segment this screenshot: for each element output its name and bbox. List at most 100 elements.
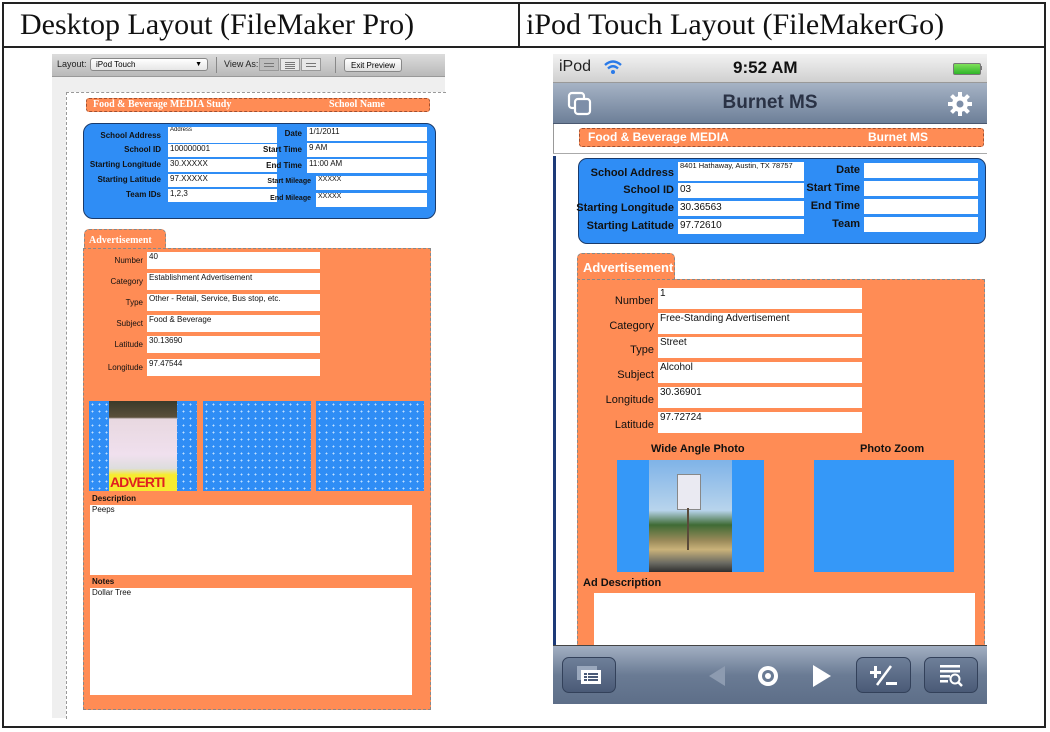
school-name: Burnet MS	[868, 130, 928, 144]
column-divider	[518, 4, 520, 46]
ipod-layout-content: Food & Beverage MEDIA Burnet MS School A…	[553, 124, 987, 645]
layout-select[interactable]: iPod Touch ▼	[90, 58, 208, 71]
ad-field-label: Category	[110, 277, 143, 286]
navigation-bar: Burnet MS	[553, 83, 987, 124]
school-info-label: Start Time	[263, 145, 302, 154]
school-info-field[interactable]: Address	[168, 127, 277, 143]
school-info-field[interactable]: 03	[678, 183, 804, 198]
ad-field-input[interactable]: 1	[658, 288, 862, 309]
record-indicator-icon[interactable]	[756, 664, 780, 688]
add-delete-record-button[interactable]	[856, 657, 911, 693]
header-divider	[553, 153, 987, 154]
ad-field-input[interactable]: Establishment Advertisement	[147, 273, 320, 290]
school-info-field[interactable]: 30.36563	[678, 201, 804, 216]
ipod-column-title: iPod Touch Layout (FileMakerGo)	[526, 8, 945, 41]
school-info-field[interactable]	[864, 199, 978, 214]
school-info-field[interactable]: 1,2,3	[168, 189, 277, 202]
photo-container-1[interactable]: ADVERTI	[89, 401, 197, 491]
battery-tip	[980, 66, 982, 70]
school-info-label: End Mileage	[270, 195, 311, 202]
ad-field-input[interactable]: Food & Beverage	[147, 315, 320, 332]
advertisement-tab[interactable]: Advertisement	[84, 229, 166, 249]
exit-preview-button[interactable]: Exit Preview	[344, 58, 402, 72]
prev-record-icon[interactable]	[707, 665, 727, 687]
school-info-field[interactable]: XXXXX	[316, 193, 427, 207]
advertisement-panel: Wide Angle Photo Photo Zoom Ad Descripti…	[577, 279, 985, 645]
desktop-column-title: Desktop Layout (FileMaker Pro)	[20, 8, 415, 41]
view-as-form-button[interactable]	[259, 58, 279, 71]
school-info-field[interactable]: 97.72610	[678, 219, 804, 234]
photo-zoom-label: Photo Zoom	[860, 443, 925, 455]
study-title: Food & Beverage MEDIA Study	[93, 99, 232, 110]
school-info-label: Starting Longitude	[89, 160, 161, 169]
chevron-down-icon: ▼	[195, 61, 202, 68]
layouts-list-button[interactable]	[562, 657, 616, 693]
content-edge	[553, 124, 554, 154]
status-time: 9:52 AM	[733, 58, 798, 77]
school-info-field[interactable]: 9 AM	[307, 143, 427, 157]
school-info-field[interactable]: 30.XXXXX	[168, 159, 277, 172]
school-info-field[interactable]: 100000001	[168, 144, 277, 157]
school-info-label: School Address	[100, 131, 161, 140]
find-button[interactable]	[924, 657, 978, 693]
bottom-toolbar	[553, 645, 987, 704]
toolbar-separator	[216, 57, 217, 73]
school-info-field[interactable]: 11:00 AM	[307, 159, 427, 173]
ad-field-input[interactable]: Street	[658, 337, 862, 358]
ad-description-field[interactable]	[594, 593, 975, 645]
ad-field-input[interactable]: 30.13690	[147, 336, 320, 353]
layout-label: Layout:	[57, 59, 87, 69]
sign-pole	[687, 508, 689, 550]
find-icon	[940, 665, 963, 687]
notes-field[interactable]: Dollar Tree	[90, 588, 412, 695]
ad-field-label: Category	[609, 320, 654, 332]
photo-zoom-container[interactable]	[814, 460, 954, 572]
ad-field-input[interactable]: 30.36901	[658, 387, 862, 408]
layout-select-value: iPod Touch	[96, 60, 136, 69]
description-label: Description	[92, 494, 137, 503]
description-field[interactable]: Peeps	[90, 505, 412, 575]
ad-field-label: Subject	[617, 369, 654, 381]
ad-field-input[interactable]: 40	[147, 252, 320, 269]
ad-field-input[interactable]: Free-Standing Advertisement	[658, 313, 862, 334]
view-as-table-button[interactable]	[301, 58, 321, 71]
school-info-label: School ID	[623, 184, 674, 196]
ad-field-input[interactable]: Alcohol	[658, 362, 862, 383]
school-info-label: Start Time	[806, 182, 860, 194]
gear-icon[interactable]	[947, 91, 973, 117]
add-delete-icon	[869, 665, 897, 686]
school-info-field[interactable]	[864, 181, 978, 196]
wide-angle-photo	[649, 460, 732, 572]
ad-field-input[interactable]: 97.72724	[658, 412, 862, 433]
desktop-window: Layout: iPod Touch ▼ View As: Exit Previ…	[52, 54, 446, 719]
header-divider	[2, 46, 1046, 48]
photo-container-2[interactable]	[203, 401, 311, 491]
ad-field-label: Type	[125, 298, 143, 307]
wifi-icon	[604, 60, 622, 74]
school-info-field[interactable]: 8401 Hathaway, Austin, TX 78757	[678, 162, 804, 181]
school-info-box: School Address Address School ID 100000001 S…	[83, 123, 436, 219]
school-info-label: Starting Longitude	[576, 202, 674, 214]
ad-field-input[interactable]: Other - Retail, Service, Bus stop, etc.	[147, 294, 320, 311]
ad-field-input[interactable]: 97.47544	[147, 359, 320, 376]
ad-field-label: Latitude	[614, 419, 654, 431]
advertisement-tab[interactable]: Advertisement	[577, 253, 675, 280]
school-info-label: Team IDs	[126, 190, 161, 199]
ad-field-label: Subject	[116, 319, 143, 328]
school-info-label: School ID	[124, 145, 161, 154]
school-info-label: Date	[284, 129, 302, 138]
photo-container-3[interactable]	[316, 401, 424, 491]
school-info-field[interactable]: XXXXX	[316, 176, 427, 190]
wide-angle-photo-label: Wide Angle Photo	[651, 443, 745, 455]
desktop-toolbar: Layout: iPod Touch ▼ View As: Exit Previ…	[52, 54, 445, 77]
ipod-screen: iPod 9:52 AM Burnet MS Food & Beverage M…	[553, 54, 987, 704]
school-info-label: Starting Latitude	[586, 220, 674, 232]
school-info-label: Starting Latitude	[97, 175, 161, 184]
next-record-icon[interactable]	[811, 664, 833, 688]
school-info-field[interactable]	[864, 217, 978, 232]
school-info-field[interactable]: 97.XXXXX	[168, 174, 277, 187]
wide-angle-photo-container[interactable]	[617, 460, 764, 572]
school-info-field[interactable]: 1/1/2011	[307, 127, 427, 141]
view-as-list-button[interactable]	[280, 58, 300, 71]
school-info-field[interactable]	[864, 163, 978, 178]
